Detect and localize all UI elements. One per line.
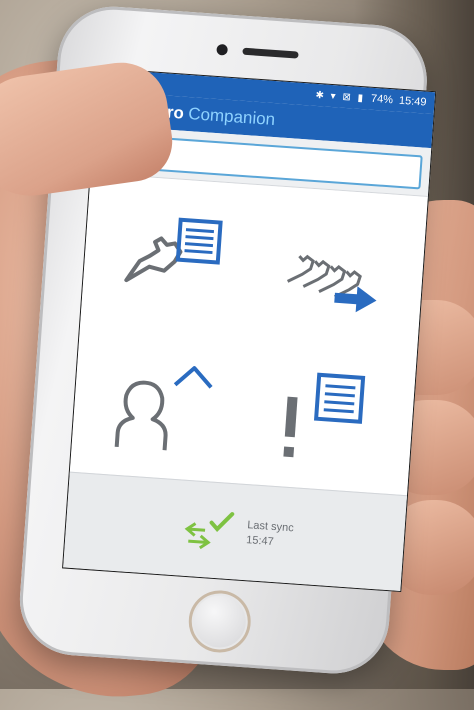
earpiece-speaker bbox=[242, 47, 299, 59]
app-brand-sub: Companion bbox=[187, 104, 276, 130]
home-button[interactable] bbox=[186, 588, 253, 655]
person-home-icon bbox=[114, 366, 213, 451]
sync-status: Last sync 15:47 bbox=[246, 518, 294, 551]
battery-level: 74% bbox=[370, 92, 394, 107]
status-icons: ✱ ▾ ⊠ ▮ bbox=[315, 89, 366, 104]
front-camera bbox=[216, 43, 229, 56]
sync-arrows-check-icon[interactable] bbox=[176, 508, 239, 552]
tile-animal-info[interactable] bbox=[90, 178, 259, 339]
clock: 15:49 bbox=[398, 94, 427, 109]
tile-move-animals[interactable] bbox=[249, 189, 418, 350]
cow-info-icon bbox=[123, 217, 223, 283]
tile-grid bbox=[69, 173, 428, 501]
tile-person-home[interactable] bbox=[79, 328, 248, 489]
alert-list-icon bbox=[282, 372, 365, 458]
tile-alerts[interactable] bbox=[238, 339, 407, 500]
cows-move-icon bbox=[286, 254, 377, 313]
